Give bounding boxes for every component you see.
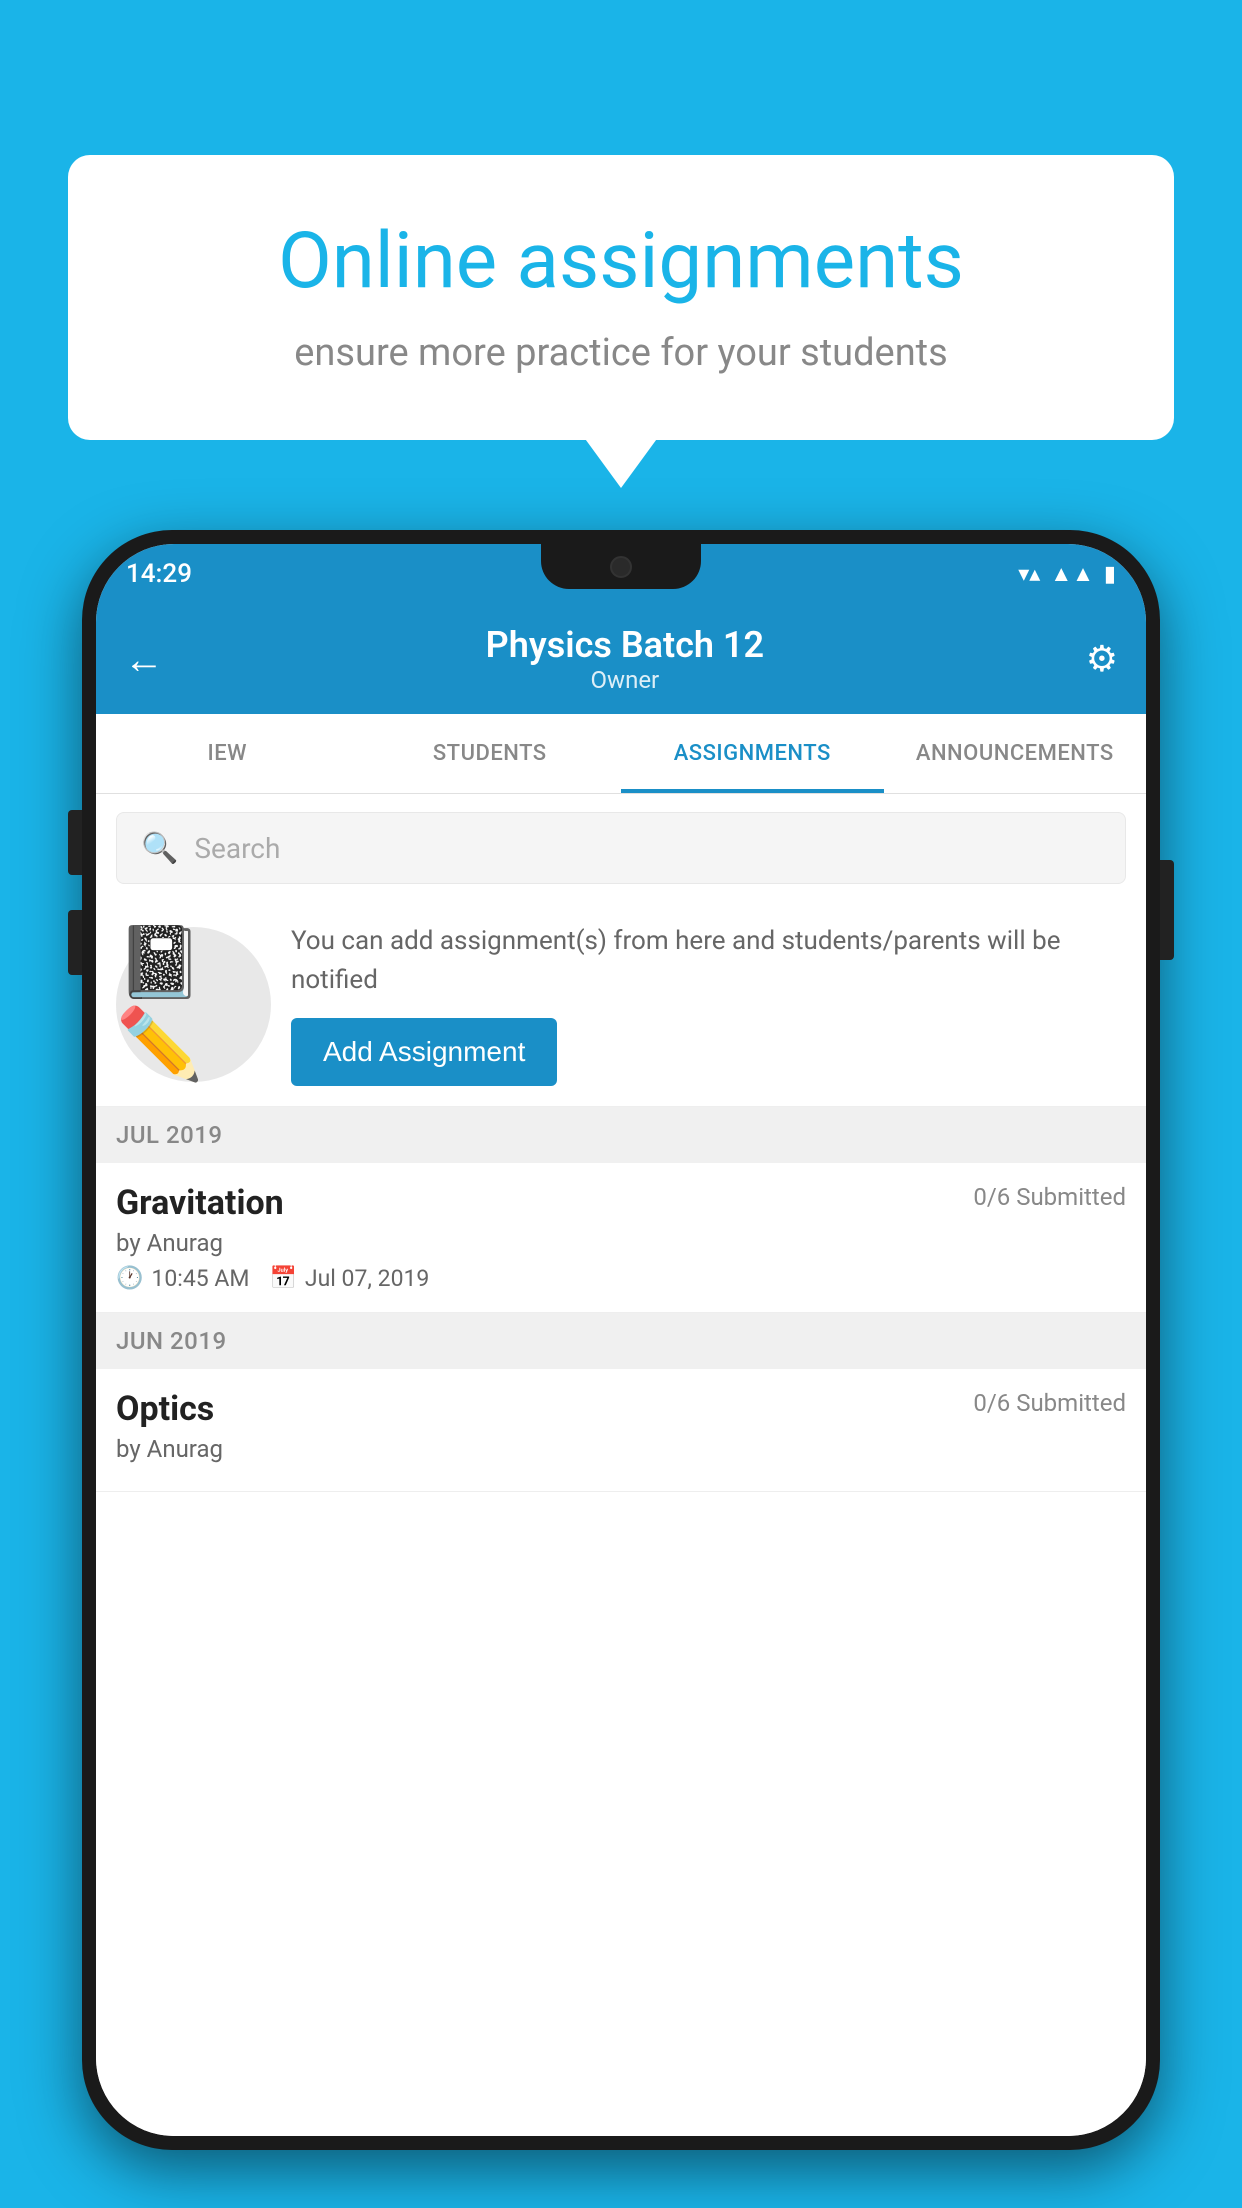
speech-bubble-title: Online assignments — [148, 215, 1094, 309]
promo-text: You can add assignment(s) from here and … — [291, 922, 1126, 1000]
tab-announcements[interactable]: ANNOUNCEMENTS — [884, 714, 1147, 793]
search-icon: 🔍 — [141, 831, 178, 866]
assignment-name-gravitation: Gravitation — [116, 1183, 284, 1223]
phone-screen: 14:29 ▾▴ ▲▲ ▮ ← Physics Batch 12 Owner ⚙… — [96, 544, 1146, 2136]
calendar-icon: 📅 — [269, 1266, 296, 1291]
assignment-submitted-optics: 0/6 Submitted — [973, 1389, 1126, 1417]
search-bar-container: 🔍 Search — [96, 794, 1146, 902]
header-title-area: Physics Batch 12 Owner — [164, 624, 1086, 694]
assignment-by-optics: by Anurag — [116, 1435, 1126, 1463]
assignment-item-gravitation[interactable]: Gravitation 0/6 Submitted by Anurag 🕐 10… — [96, 1163, 1146, 1313]
search-bar[interactable]: 🔍 Search — [116, 812, 1126, 884]
assignment-submitted-gravitation: 0/6 Submitted — [973, 1183, 1126, 1211]
speech-bubble-area: Online assignments ensure more practice … — [68, 155, 1174, 440]
assignment-time-value: 10:45 AM — [151, 1265, 249, 1292]
assignment-meta-gravitation: 🕐 10:45 AM 📅 Jul 07, 2019 — [116, 1265, 1126, 1292]
header-subtitle: Owner — [164, 666, 1086, 694]
tab-students[interactable]: STUDENTS — [359, 714, 622, 793]
tab-overview[interactable]: IEW — [96, 714, 359, 793]
wifi-icon: ▾▴ — [1018, 562, 1040, 587]
assignment-date-gravitation: 📅 Jul 07, 2019 — [269, 1265, 429, 1292]
front-camera — [610, 556, 632, 578]
phone-container: 14:29 ▾▴ ▲▲ ▮ ← Physics Batch 12 Owner ⚙… — [82, 530, 1160, 2208]
assignment-row-top: Gravitation 0/6 Submitted — [116, 1183, 1126, 1223]
section-header-jun: JUN 2019 — [96, 1313, 1146, 1369]
back-button[interactable]: ← — [124, 636, 164, 683]
status-time: 14:29 — [126, 559, 192, 589]
clock-icon: 🕐 — [116, 1266, 143, 1291]
assignment-name-optics: Optics — [116, 1389, 214, 1429]
header-title: Physics Batch 12 — [164, 624, 1086, 666]
promo-section: 📓✏️ You can add assignment(s) from here … — [96, 902, 1146, 1107]
speech-bubble: Online assignments ensure more practice … — [68, 155, 1174, 440]
assignment-time-gravitation: 🕐 10:45 AM — [116, 1265, 249, 1292]
section-header-jul: JUL 2019 — [96, 1107, 1146, 1163]
battery-icon: ▮ — [1104, 562, 1116, 587]
app-header: ← Physics Batch 12 Owner ⚙ — [96, 604, 1146, 714]
assignment-by-gravitation: by Anurag — [116, 1229, 1126, 1257]
add-assignment-button[interactable]: Add Assignment — [291, 1018, 557, 1086]
promo-icon-circle: 📓✏️ — [116, 927, 271, 1082]
phone-outer: 14:29 ▾▴ ▲▲ ▮ ← Physics Batch 12 Owner ⚙… — [82, 530, 1160, 2150]
status-icons: ▾▴ ▲▲ ▮ — [1018, 561, 1116, 587]
volume-down-button[interactable] — [68, 910, 82, 975]
notebook-icon: 📓✏️ — [116, 922, 271, 1086]
assignment-date-value: Jul 07, 2019 — [305, 1265, 429, 1292]
signal-icon: ▲▲ — [1050, 561, 1094, 587]
tab-assignments[interactable]: ASSIGNMENTS — [621, 714, 884, 793]
content-area: 🔍 Search 📓✏️ You can add assignment(s) f… — [96, 794, 1146, 2136]
assignment-row-top-optics: Optics 0/6 Submitted — [116, 1389, 1126, 1429]
power-button[interactable] — [1160, 860, 1174, 960]
promo-content: You can add assignment(s) from here and … — [291, 922, 1126, 1086]
assignment-item-optics[interactable]: Optics 0/6 Submitted by Anurag — [96, 1369, 1146, 1492]
phone-notch — [541, 544, 701, 589]
search-placeholder: Search — [194, 832, 280, 865]
speech-bubble-subtitle: ensure more practice for your students — [148, 331, 1094, 375]
settings-button[interactable]: ⚙ — [1086, 638, 1118, 680]
tabs-bar: IEW STUDENTS ASSIGNMENTS ANNOUNCEMENTS — [96, 714, 1146, 794]
volume-up-button[interactable] — [68, 810, 82, 875]
